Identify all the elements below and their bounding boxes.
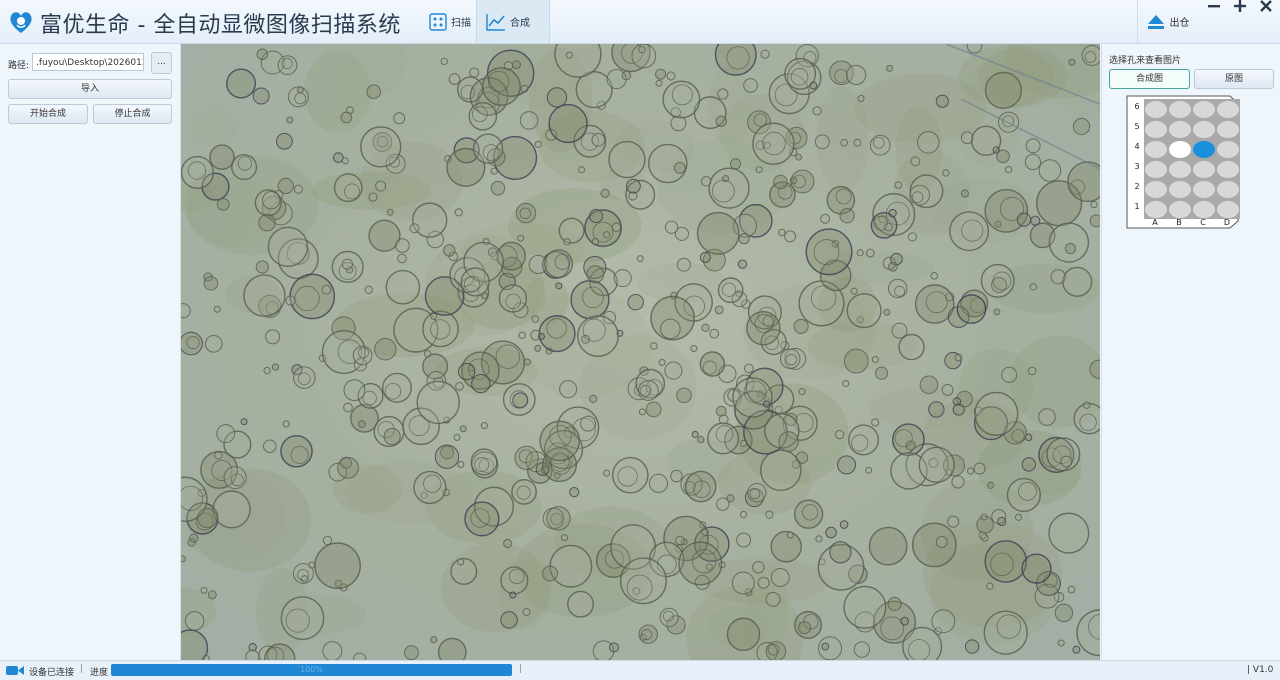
column-label: A — [1152, 218, 1158, 227]
well-d3[interactable] — [1217, 160, 1239, 178]
device-status: 设备已连接 — [29, 668, 75, 678]
well-c2[interactable] — [1193, 180, 1215, 198]
start-compose-button[interactable]: 开始合成 — [8, 104, 88, 124]
well-d1[interactable] — [1217, 200, 1239, 218]
column-label: B — [1176, 218, 1182, 227]
row-label: 5 — [1134, 122, 1140, 131]
progress-bar: 100% — [111, 664, 512, 676]
well-d4[interactable] — [1217, 140, 1239, 158]
well-a5[interactable] — [1145, 120, 1167, 138]
title-bar: 富优生命 - 全自动显微图像扫描系统 扫描 合成 出仓 — [0, 0, 1280, 44]
progress-label: 进度 — [90, 668, 109, 678]
raw-view-button[interactable]: 原图 — [1194, 69, 1274, 89]
row-label: 6 — [1134, 102, 1140, 111]
well-c5[interactable] — [1193, 120, 1215, 138]
well-b6[interactable] — [1169, 100, 1191, 118]
well-b3[interactable] — [1169, 160, 1191, 178]
microscope-image — [181, 44, 1100, 660]
version-text: V1.0 — [1252, 665, 1274, 675]
status-separator: | — [519, 664, 523, 674]
well-c1[interactable] — [1193, 200, 1215, 218]
tab-compose-label: 合成 — [510, 18, 530, 29]
column-label: D — [1223, 218, 1231, 227]
well-select-title: 选择孔来查看图片 — [1109, 56, 1182, 66]
well-b1[interactable] — [1169, 200, 1191, 218]
well-d2[interactable] — [1217, 180, 1239, 198]
eject-label: 出仓 — [1169, 18, 1190, 29]
line-chart-icon — [486, 13, 505, 31]
tab-compose[interactable]: 合成 — [476, 0, 550, 43]
well-grid — [1144, 99, 1240, 219]
well-a2[interactable] — [1145, 180, 1167, 198]
app-title: 富优生命 - 全自动显微图像扫描系统 — [40, 13, 401, 38]
well-a3[interactable] — [1145, 160, 1167, 178]
well-a6[interactable] — [1145, 100, 1167, 118]
close-button[interactable] — [1255, 0, 1277, 16]
tab-scan-label: 扫描 — [451, 18, 471, 29]
status-separator: | — [80, 664, 84, 674]
maximize-button[interactable] — [1229, 0, 1251, 16]
plus-icon — [1234, 0, 1246, 12]
well-c3[interactable] — [1193, 160, 1215, 178]
well-d6[interactable] — [1217, 100, 1239, 118]
minimize-icon — [1208, 5, 1220, 8]
browse-button[interactable]: ... — [151, 52, 172, 74]
progress-percent: 100% — [300, 665, 323, 674]
eject-button[interactable]: 出仓 — [1137, 0, 1197, 43]
well-a4[interactable] — [1145, 140, 1167, 158]
well-plate: 6 5 4 3 2 1 A B C D — [1126, 95, 1240, 229]
well-b4[interactable] — [1169, 140, 1191, 158]
row-label: 4 — [1134, 142, 1140, 151]
microscope-image-viewer[interactable] — [181, 44, 1100, 660]
column-label: C — [1200, 218, 1206, 227]
row-label: 2 — [1134, 182, 1140, 191]
import-button[interactable]: 导入 — [8, 79, 172, 99]
stop-compose-button[interactable]: 停止合成 — [93, 104, 172, 124]
eject-icon — [1147, 14, 1164, 29]
scan-grid-icon — [429, 12, 447, 31]
well-c4[interactable] — [1193, 140, 1215, 158]
heart-logo-icon — [10, 12, 32, 33]
well-d5[interactable] — [1217, 120, 1239, 138]
version-label: | V1.0 — [1247, 665, 1274, 675]
camera-icon — [6, 666, 24, 675]
well-b5[interactable] — [1169, 120, 1191, 138]
well-c6[interactable] — [1193, 100, 1215, 118]
well-b2[interactable] — [1169, 180, 1191, 198]
left-panel: 路径: .fuyou\Desktop\20260130 ... 导入 开始合成 … — [0, 44, 181, 660]
close-icon — [1260, 0, 1272, 12]
path-label: 路径: — [8, 61, 30, 71]
minimize-button[interactable] — [1203, 0, 1225, 16]
status-bar: 设备已连接 | 进度 100% | | V1.0 — [0, 660, 1280, 680]
row-label: 3 — [1134, 162, 1140, 171]
row-label: 1 — [1134, 202, 1140, 211]
path-input[interactable]: .fuyou\Desktop\20260130 — [32, 53, 144, 71]
composite-view-button[interactable]: 合成图 — [1109, 69, 1190, 89]
right-panel: 选择孔来查看图片 合成图 原图 6 5 4 3 2 1 A B C D — [1101, 44, 1280, 660]
well-a1[interactable] — [1145, 200, 1167, 218]
